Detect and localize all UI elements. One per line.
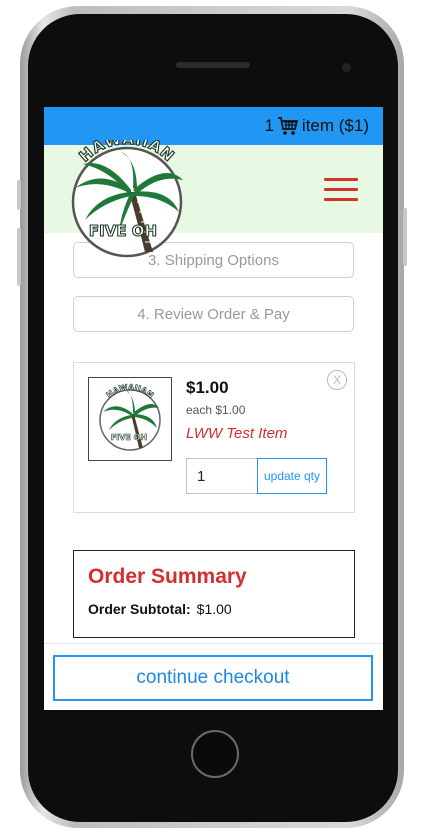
order-summary-title: Order Summary	[88, 565, 247, 588]
close-icon[interactable]: X	[327, 370, 347, 390]
order-subtotal-value: $1.00	[196, 601, 232, 617]
phone-side-button	[403, 208, 407, 266]
svg-text:FIVE OH: FIVE OH	[89, 222, 157, 240]
step-review-order-button[interactable]: 4. Review Order & Pay	[73, 296, 354, 332]
hamburger-menu-icon[interactable]	[324, 178, 358, 202]
order-subtotal-line: Order Subtotal: $1.00	[88, 601, 232, 617]
cart-count: 1	[264, 116, 274, 135]
phone-home-button[interactable]	[191, 730, 239, 778]
item-price: $1.00	[186, 378, 229, 397]
product-thumbnail[interactable]: HAWAIIAN FIVE OH	[88, 377, 172, 461]
continue-checkout-button[interactable]: continue checkout	[53, 655, 373, 701]
checkout-bar: continue checkout	[44, 643, 383, 710]
phone-speaker	[176, 62, 250, 68]
quantity-input[interactable]	[186, 458, 258, 494]
item-unit-price: each $1.00	[186, 403, 246, 417]
item-name-link[interactable]: LWW Test Item	[186, 425, 287, 442]
cart-item-card: HAWAIIAN FIVE OH $1.00 each $1.00 LWW Te…	[73, 362, 355, 513]
cart-summary-link[interactable]: 1 item ($1)	[264, 116, 369, 136]
svg-text:FIVE OH: FIVE OH	[111, 433, 147, 442]
order-summary-box: Order Summary Order Subtotal: $1.00	[73, 550, 355, 638]
update-qty-button[interactable]: update qty	[257, 458, 327, 494]
phone-screen: 1 item ($1) HAWAIIAN	[44, 107, 383, 710]
site-logo[interactable]: HAWAIIAN FIVE OH	[57, 129, 199, 258]
order-subtotal-label: Order Subtotal:	[88, 601, 191, 617]
phone-side-button	[17, 228, 21, 286]
phone-camera	[342, 63, 351, 72]
phone-side-button	[17, 180, 21, 210]
cart-item-total: item ($1)	[301, 116, 369, 135]
shopping-cart-icon	[277, 116, 299, 136]
